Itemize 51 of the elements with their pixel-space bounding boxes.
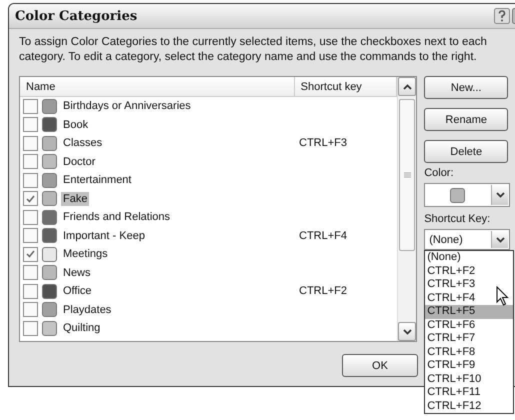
shortcut-label: Shortcut Key: [424,212,492,226]
check-icon [26,194,35,203]
checkbox[interactable] [23,284,38,299]
mouse-pointer-icon [496,286,510,306]
help-icon[interactable] [494,8,510,24]
category-name[interactable]: Meetings [61,247,110,262]
checkbox[interactable] [23,228,38,244]
scrollbar[interactable] [397,77,416,341]
checkbox[interactable] [23,265,38,280]
category-name[interactable]: News [61,266,93,280]
category-name[interactable]: Birthdays or Anniversaries [61,99,193,114]
instructions-text: To assign Color Categories to the currently selected items, use the checkboxes next to each category. To edit a category, select the category name and use the commands to the right. [19,35,488,65]
action-button[interactable]: Rename [424,108,508,131]
checkbox[interactable] [23,136,38,151]
category-name[interactable]: Classes [61,136,104,150]
checkbox[interactable] [23,191,38,206]
column-header[interactable]: Name [20,77,295,96]
category-name[interactable]: Entertainment [61,173,134,188]
category-name[interactable]: Doctor [61,154,98,169]
checkbox[interactable] [23,246,38,262]
category-name[interactable]: Office [61,284,94,298]
scroll-down-button[interactable] [398,322,416,341]
window-title: Color Categories [15,8,138,24]
category-name[interactable]: Book [61,118,90,132]
shortcut-text: CTRL+F3 [298,137,347,150]
scroll-up-button[interactable] [398,77,416,96]
checkbox[interactable] [23,172,38,188]
category-name[interactable]: Important - Keep [61,228,147,243]
ok-button[interactable]: OK [342,354,418,377]
checkbox[interactable] [23,320,38,336]
category-name[interactable]: Friends and Relations [61,210,172,224]
scroll-thumb[interactable] [399,99,416,251]
action-button[interactable]: Delete [424,140,508,163]
checkbox[interactable] [23,210,38,225]
category-name[interactable]: Fake [61,192,90,206]
action-button[interactable]: New... [424,76,508,99]
checkbox[interactable] [23,98,38,114]
shortcut-dropdown[interactable]: (None) [424,229,510,250]
checkbox[interactable] [23,154,38,170]
color-dropdown[interactable] [424,183,510,207]
dropdown-option[interactable]: CTRL+F5 [425,305,514,318]
shortcut-text: CTRL+F2 [298,285,347,298]
color-label: Color: [424,166,455,180]
checkbox[interactable] [23,302,38,318]
category-name[interactable]: Playdates [61,302,114,317]
grip-icon [404,172,411,178]
category-name[interactable]: Quilting [61,321,102,336]
shortcut-text: CTRL+F4 [298,230,347,242]
checkbox[interactable] [23,117,38,132]
check-icon [26,250,35,258]
color-swatch [450,188,466,202]
